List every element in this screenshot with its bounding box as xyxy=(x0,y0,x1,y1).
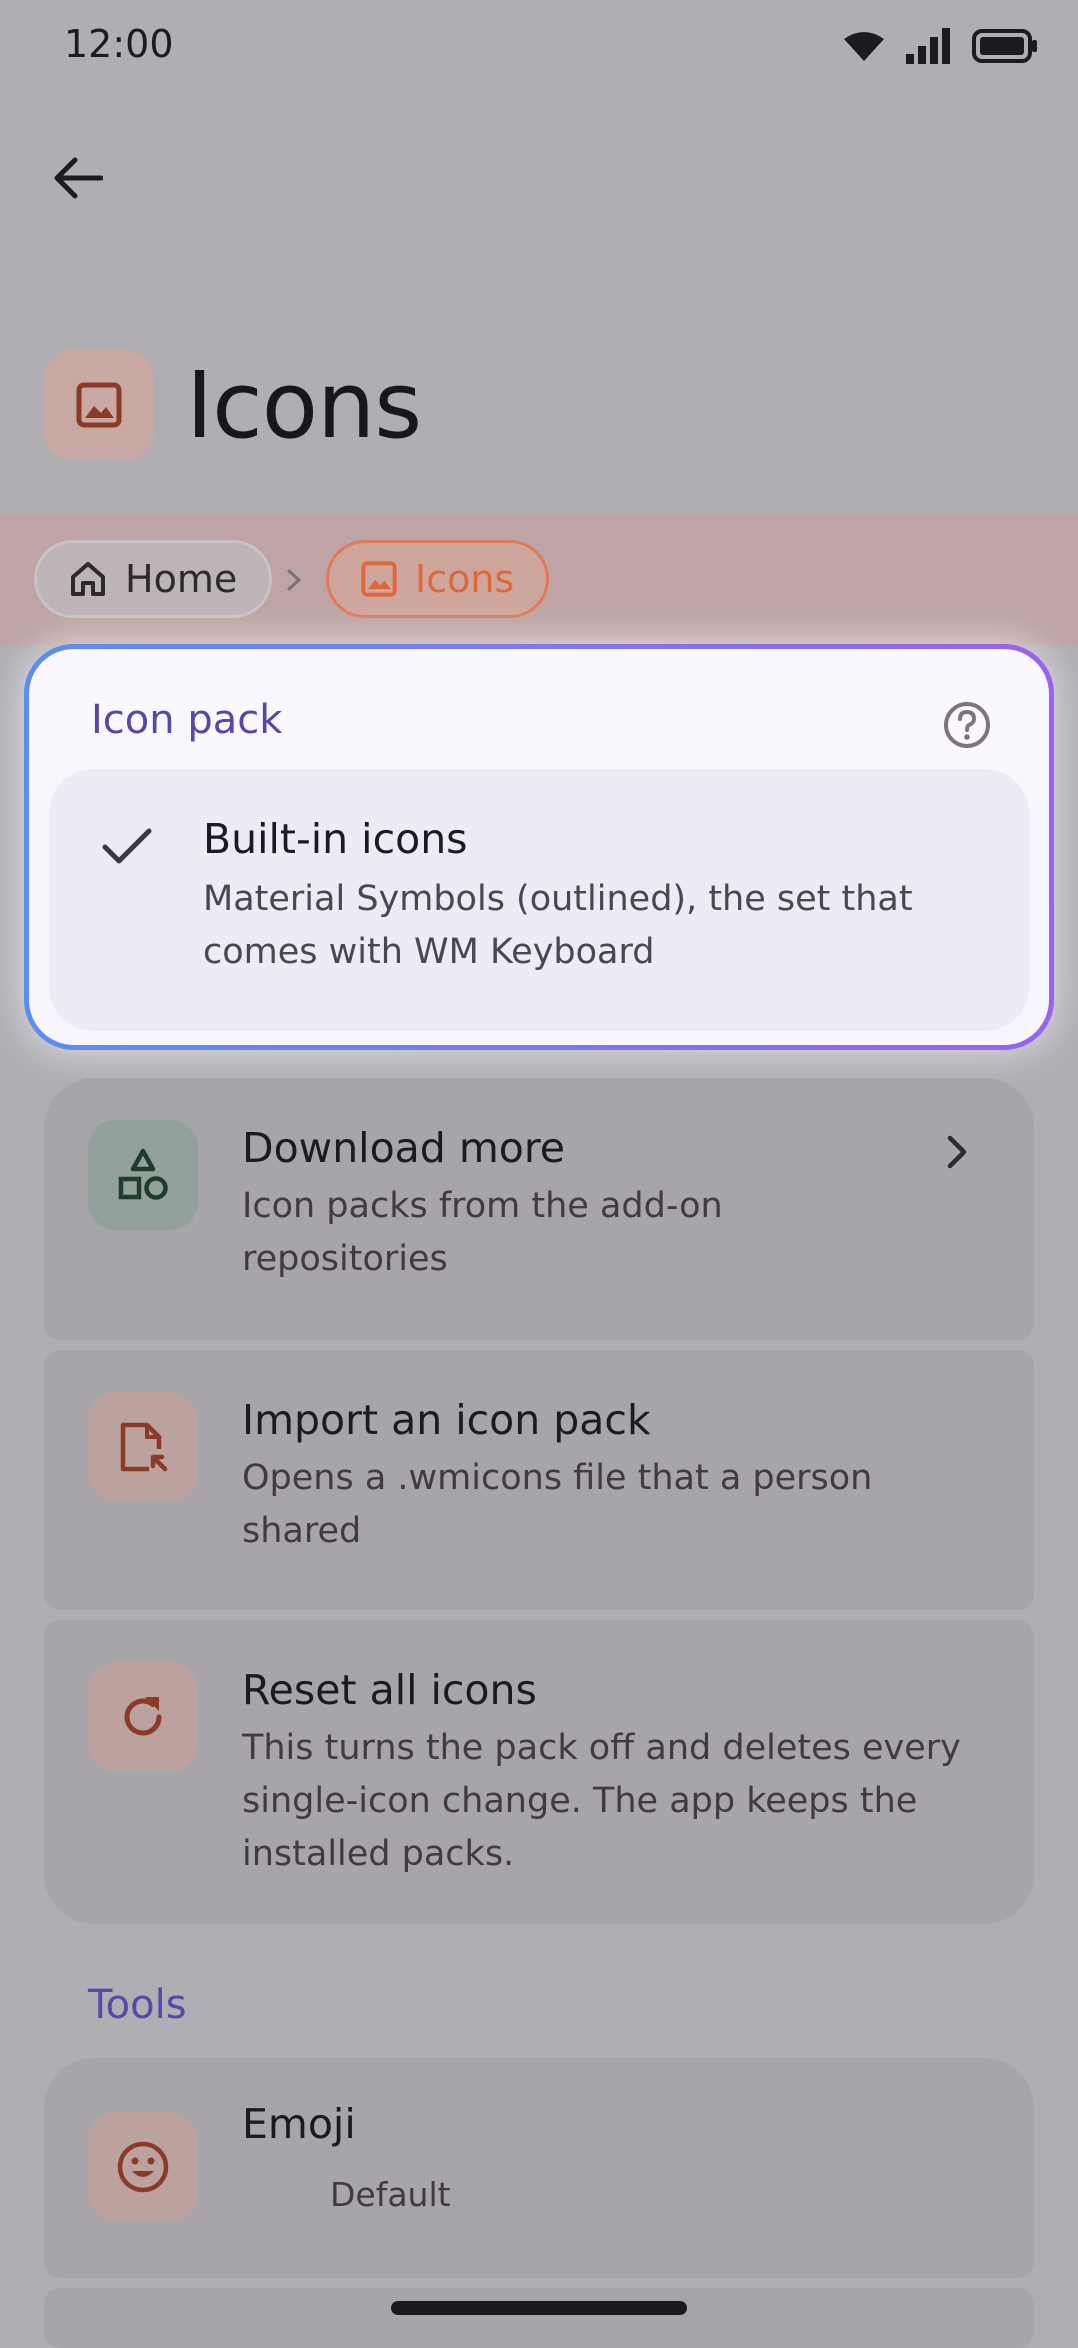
chevron-right-icon xyxy=(947,1135,967,1169)
check-icon xyxy=(102,828,152,864)
breadcrumb: Home Icons xyxy=(0,514,1078,646)
breadcrumb-home-label: Home xyxy=(125,557,238,601)
import-icon-pack-item[interactable]: Import an icon pack Opens a .wmicons fil… xyxy=(44,1350,1034,1610)
status-icons xyxy=(844,28,1038,64)
import-icon-pack-description: Opens a .wmicons file that a person shar… xyxy=(242,1458,873,1551)
home-icon xyxy=(71,562,105,596)
breadcrumb-home-chip[interactable]: Home xyxy=(34,540,273,618)
smiley-icon xyxy=(117,2141,169,2193)
help-button[interactable] xyxy=(943,701,991,753)
file-import-icon-tile xyxy=(88,1392,198,1502)
tools-section-label: Tools xyxy=(88,1982,187,2028)
next-tools-item[interactable] xyxy=(44,2288,1034,2348)
option-description: Material Symbols (outlined), the set tha… xyxy=(203,879,913,972)
download-more-description: Icon packs from the add-on repositories xyxy=(242,1186,723,1279)
page-title: Icons xyxy=(186,352,422,459)
back-button[interactable] xyxy=(40,140,116,216)
image-icon xyxy=(361,561,397,597)
signal-icon xyxy=(906,28,950,64)
help-icon xyxy=(944,702,990,748)
download-more-title: Download more xyxy=(242,1124,566,1172)
file-import-icon xyxy=(120,1422,168,1472)
chevron-right-icon xyxy=(287,569,302,591)
download-more-item[interactable]: Download more Icon packs from the add-on… xyxy=(44,1078,1034,1340)
icon-pack-card: Icon pack Built-in icons Material Symbol… xyxy=(24,644,1054,1050)
refresh-icon xyxy=(124,1697,162,1736)
import-icon-pack-title: Import an icon pack xyxy=(242,1396,651,1444)
emoji-icon-tile xyxy=(88,2112,198,2222)
built-in-icons-option[interactable]: Built-in icons Material Symbols (outline… xyxy=(49,769,1029,1031)
reset-all-icons-title: Reset all icons xyxy=(242,1666,537,1714)
breadcrumb-current-label: Icons xyxy=(415,557,515,601)
arrow-back-icon xyxy=(54,157,103,199)
breadcrumb-icons-chip[interactable]: Icons xyxy=(326,540,550,618)
battery-icon xyxy=(972,29,1037,63)
icon-pack-section-label: Icon pack xyxy=(91,697,283,743)
shapes-icon-tile xyxy=(88,1120,198,1230)
shapes-icon xyxy=(118,1148,168,1200)
status-time: 12:00 xyxy=(64,22,174,66)
home-indicator[interactable] xyxy=(391,2301,687,2315)
header-image-icon-tile xyxy=(44,350,154,460)
image-icon xyxy=(76,382,122,428)
reset-all-icons-description: This turns the pack off and deletes ever… xyxy=(242,1728,961,1874)
emoji-title: Emoji xyxy=(242,2100,356,2148)
refresh-icon-tile xyxy=(88,1662,198,1772)
emoji-value: Default xyxy=(330,2175,451,2214)
reset-all-icons-item[interactable]: Reset all icons This turns the pack off … xyxy=(44,1620,1034,1924)
option-title: Built-in icons xyxy=(203,815,468,863)
emoji-item[interactable]: Emoji Default xyxy=(44,2058,1034,2278)
wifi-icon xyxy=(844,32,884,61)
